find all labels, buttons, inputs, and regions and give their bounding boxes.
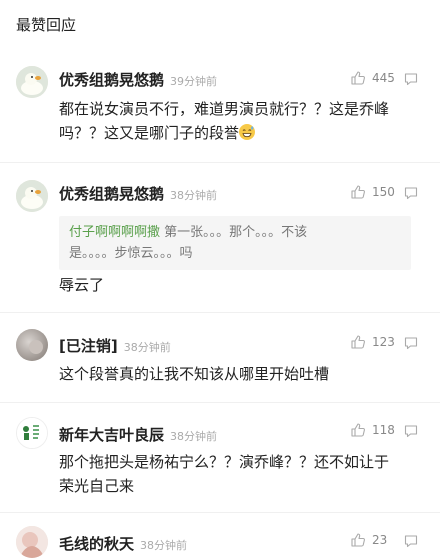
- like-count: 23: [372, 533, 388, 547]
- divider: [0, 512, 440, 513]
- thumbs-up-icon: [351, 185, 365, 199]
- reply-bubble-icon[interactable]: [403, 423, 419, 439]
- thumbs-up-icon: [351, 423, 365, 437]
- divider: [0, 402, 440, 403]
- like-button[interactable]: 23: [350, 532, 387, 548]
- thumbs-up-icon: [351, 71, 365, 85]
- like-button[interactable]: 150: [350, 184, 395, 200]
- like-button[interactable]: 123: [350, 334, 395, 350]
- like-count: 123: [372, 335, 395, 349]
- avatar[interactable]: [16, 329, 48, 361]
- avatar[interactable]: [16, 417, 48, 449]
- avatar[interactable]: [16, 526, 48, 558]
- comment-text: 这个段誉真的让我不知该从哪里开始吐槽: [59, 365, 330, 383]
- like-button[interactable]: 118: [350, 422, 395, 438]
- avatar[interactable]: [16, 180, 48, 212]
- timestamp: 39分钟前: [170, 75, 218, 88]
- reply-bubble-icon[interactable]: [403, 533, 419, 549]
- timestamp: 38分钟前: [123, 341, 171, 354]
- comment-text: 都在说女演员不行，难道男演员就行？？这是乔峰 吗？？这又是哪门子的段誉: [59, 100, 390, 142]
- comment-text: 辱云了: [59, 276, 105, 294]
- timestamp: 38分钟前: [140, 539, 188, 552]
- username[interactable]: [已注销] 38分钟前: [59, 335, 171, 356]
- timestamp: 38分钟前: [170, 430, 218, 443]
- username[interactable]: 优秀组鹅晃悠鹅 39分钟前: [59, 69, 217, 90]
- divider: [0, 162, 440, 163]
- comment-text: 那个拖把头是杨祐宁么？？演乔峰？？还不如让于 荣光自己来: [59, 453, 390, 495]
- like-count: 118: [372, 423, 395, 437]
- grinning-sweat-emoji-icon: [239, 124, 256, 140]
- like-count: 150: [372, 185, 395, 199]
- timestamp: 38分钟前: [170, 189, 218, 202]
- thumbs-up-icon: [351, 335, 365, 349]
- quoted-comment[interactable]: 付子啊啊啊啊撒 第一张。。。那个。。。不该 是。。。。步惊云。。。吗: [59, 216, 411, 270]
- section-title: 最赞回应: [16, 16, 77, 34]
- username[interactable]: 毛线的秋天 38分钟前: [59, 533, 187, 554]
- username[interactable]: 优秀组鹅晃悠鹅 38分钟前: [59, 183, 217, 204]
- avatar[interactable]: [16, 66, 48, 98]
- thumbs-up-icon: [351, 533, 365, 547]
- reply-bubble-icon[interactable]: [403, 71, 419, 87]
- quoted-username[interactable]: 付子啊啊啊啊撒: [69, 225, 160, 240]
- like-button[interactable]: 445: [350, 70, 395, 86]
- reply-bubble-icon[interactable]: [403, 335, 419, 351]
- like-count: 445: [372, 71, 395, 85]
- divider: [0, 312, 440, 313]
- username[interactable]: 新年大吉叶良辰 38分钟前: [59, 424, 217, 445]
- reply-bubble-icon[interactable]: [403, 185, 419, 201]
